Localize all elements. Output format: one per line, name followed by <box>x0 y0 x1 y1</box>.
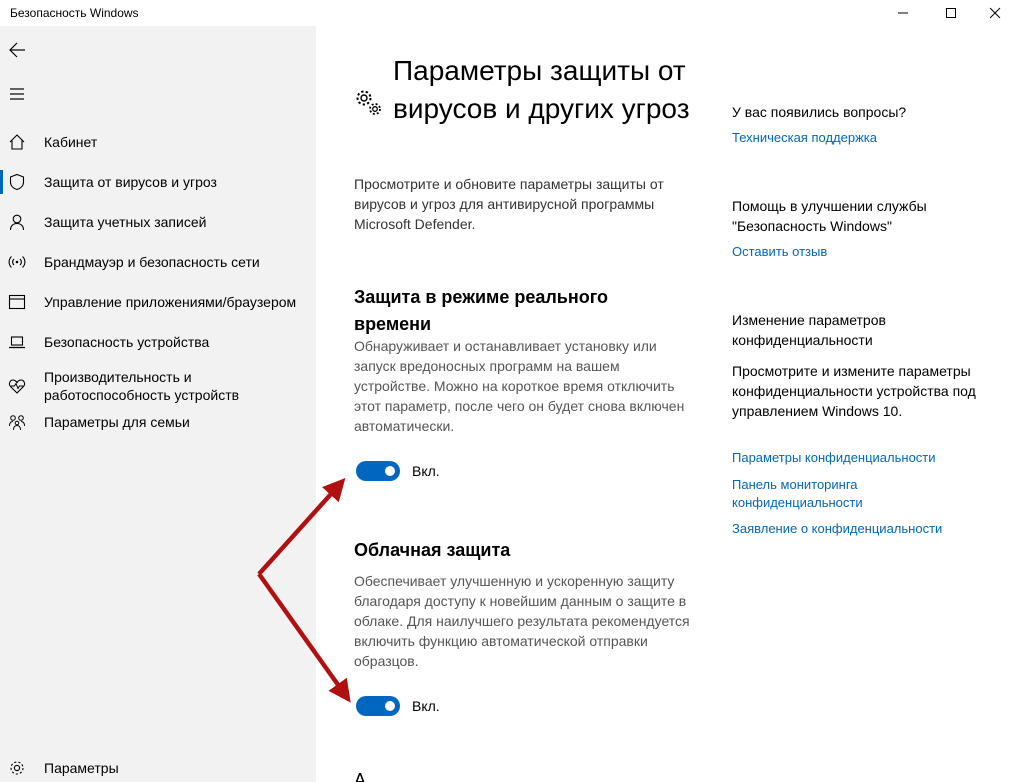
family-icon <box>8 413 26 431</box>
sidebar-item-family-options[interactable]: Параметры для семьи <box>0 402 316 442</box>
privacy-settings-link[interactable]: Параметры конфиденциальности <box>732 449 982 467</box>
sidebar-item-virus-protection[interactable]: Защита от вирусов и угроз <box>0 162 316 202</box>
sidebar-item-label: Защита от вирусов и угроз <box>44 174 217 190</box>
hamburger-menu-button[interactable] <box>0 74 34 114</box>
wifi-signal-icon <box>8 253 26 271</box>
minimize-button[interactable] <box>880 0 926 26</box>
feedback-link[interactable]: Оставить отзыв <box>732 243 982 261</box>
privacy-description: Просмотрите и измените параметры конфиде… <box>732 363 976 419</box>
maximize-icon <box>946 8 956 18</box>
realtime-protection-toggle-label: Вкл. <box>412 463 440 479</box>
sidebar-item-label: Параметры для семьи <box>44 414 190 430</box>
settings-gears-icon <box>354 88 384 118</box>
sidebar-item-settings[interactable]: Параметры <box>0 748 316 782</box>
sidebar-item-label: Производительность и работоспособность у… <box>44 369 240 403</box>
shield-icon <box>8 173 26 191</box>
realtime-protection-title: Защита в режиме реального времени <box>354 287 608 334</box>
maximize-button[interactable] <box>928 0 974 26</box>
questions-heading: У вас появились вопросы? <box>732 104 907 120</box>
privacy-heading: Изменение параметров конфиденциальности <box>732 312 886 348</box>
sidebar-item-app-browser-control[interactable]: Управление приложениями/браузером <box>0 282 316 322</box>
sidebar-item-label: Параметры <box>44 760 119 776</box>
minimize-icon <box>898 12 908 14</box>
page-description: Просмотрите и обновите параметры защиты … <box>354 176 664 232</box>
sidebar-item-device-security[interactable]: Безопасность устройства <box>0 322 316 362</box>
sidebar-item-account-protection[interactable]: Защита учетных записей <box>0 202 316 242</box>
cloud-protection-toggle[interactable] <box>356 696 400 716</box>
sidebar-item-label: Защита учетных записей <box>44 214 207 230</box>
sidebar-item-label: Брандмауэр и безопасность сети <box>44 254 260 270</box>
sidebar-item-home[interactable]: Кабинет <box>0 122 316 162</box>
title-bar: Безопасность Windows <box>0 0 1010 26</box>
back-arrow-icon <box>9 42 25 58</box>
main-content: Параметры защиты от вирусов и других угр… <box>316 26 1010 782</box>
cloud-protection-title: Облачная защита <box>354 540 511 560</box>
browser-window-icon <box>8 293 26 311</box>
active-indicator <box>0 170 3 194</box>
page-title: Параметры защиты от вирусов и других угр… <box>393 55 690 124</box>
close-button[interactable] <box>972 0 1010 26</box>
cloud-protection-toggle-row: Вкл. <box>356 695 440 717</box>
sidebar-item-label: Кабинет <box>44 134 98 150</box>
realtime-protection-toggle-row: Вкл. <box>356 460 440 482</box>
hamburger-icon <box>10 88 24 100</box>
tech-support-link[interactable]: Техническая поддержка <box>732 129 982 147</box>
close-icon <box>989 7 1001 19</box>
window-title: Безопасность Windows <box>10 6 139 20</box>
realtime-protection-toggle[interactable] <box>356 461 400 481</box>
heart-pulse-icon <box>8 377 26 395</box>
privacy-statement-link[interactable]: Заявление о конфиденциальности <box>732 520 982 538</box>
person-icon <box>8 213 26 231</box>
laptop-icon <box>8 333 26 351</box>
back-button[interactable] <box>0 30 34 70</box>
home-icon <box>8 133 26 151</box>
sidebar-item-firewall[interactable]: Брандмауэр и безопасность сети <box>0 242 316 282</box>
cloud-protection-description: Обеспечивает улучшенную и ускоренную защ… <box>354 573 690 669</box>
gear-icon <box>8 759 26 777</box>
next-section-title-partial: А <box>354 770 367 782</box>
toggle-knob <box>385 701 395 711</box>
toggle-knob <box>385 466 395 476</box>
sidebar-item-label: Управление приложениями/браузером <box>44 294 297 310</box>
sidebar: Кабинет Защита от вирусов и угроз Защита… <box>0 26 316 782</box>
privacy-dashboard-link[interactable]: Панель мониторинга конфиденциальности <box>732 476 982 512</box>
improve-service-heading: Помощь в улучшении службы "Безопасность … <box>732 198 927 234</box>
realtime-protection-description: Обнаруживает и останавливает установку и… <box>354 338 685 434</box>
cloud-protection-toggle-label: Вкл. <box>412 698 440 714</box>
sidebar-item-label: Безопасность устройства <box>44 334 210 350</box>
